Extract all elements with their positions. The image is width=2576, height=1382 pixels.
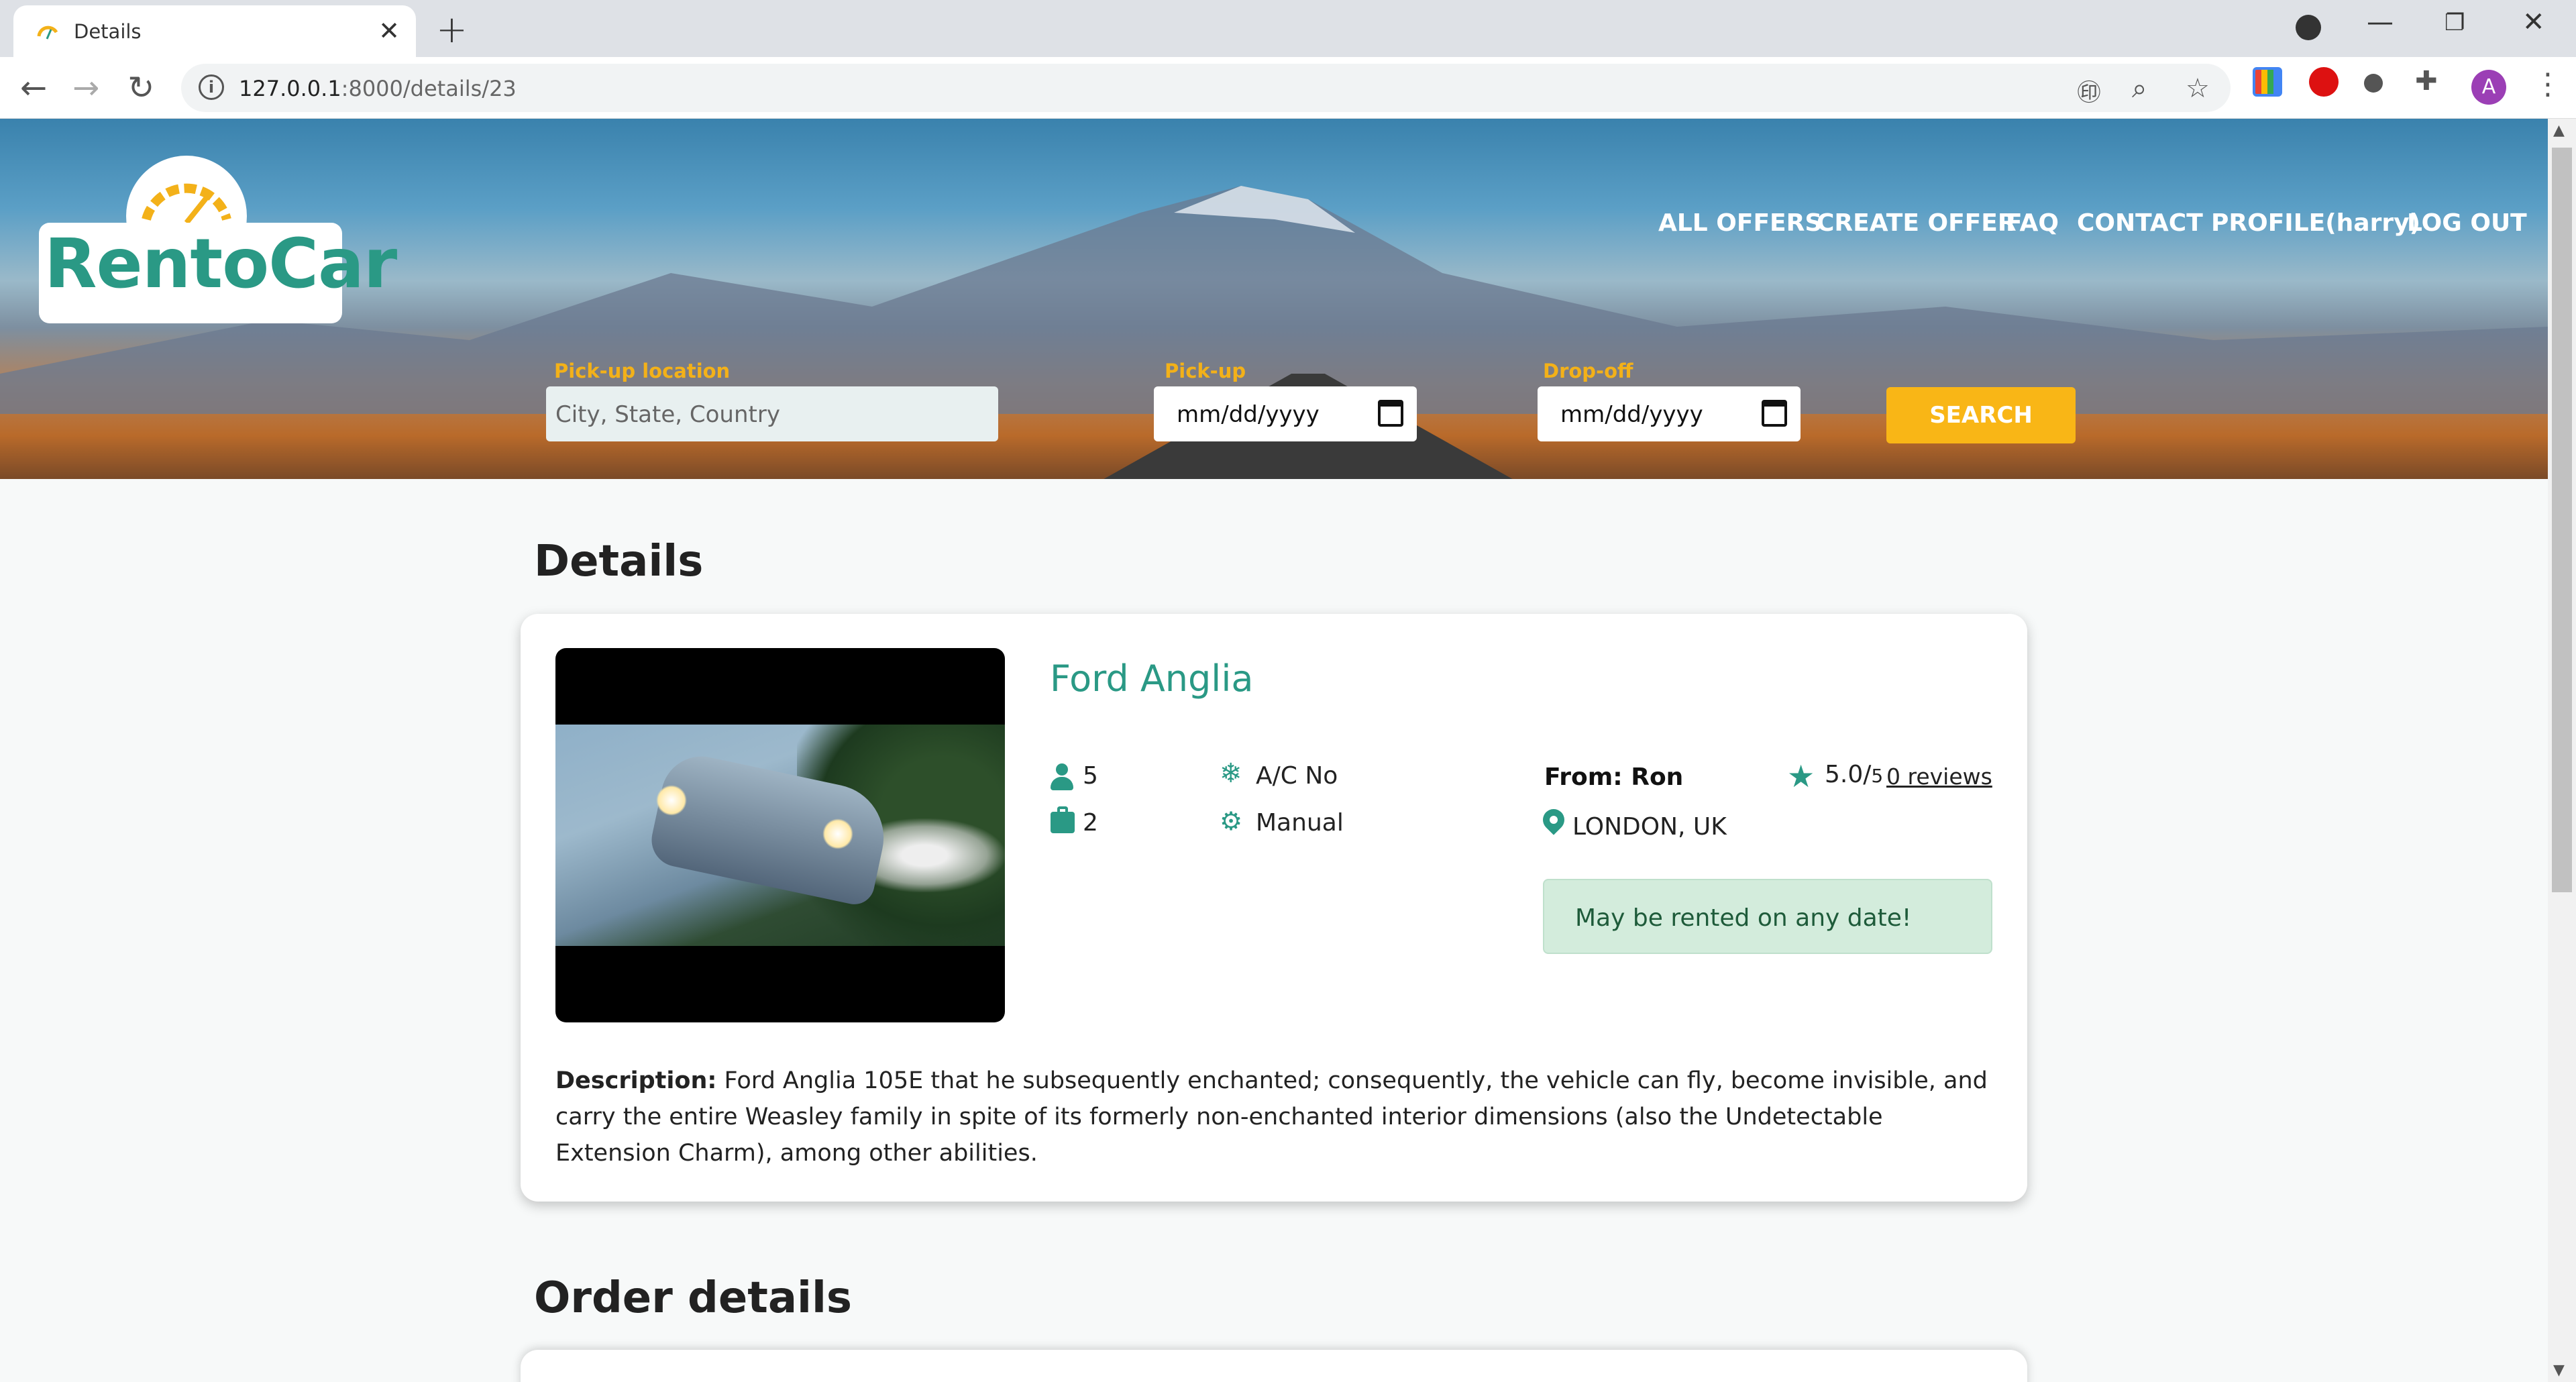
rating-max: 5 (1871, 765, 1884, 787)
ghost-extension-icon[interactable] (2364, 74, 2383, 93)
car-description: Description: Ford Anglia 105E that he su… (555, 1063, 2004, 1171)
luggage-icon (1051, 806, 1075, 833)
luggage-value: 2 (1083, 809, 1098, 837)
details-heading: Details (534, 537, 704, 586)
pickup-location-input[interactable]: City, State, Country (546, 386, 998, 441)
transmission-value: Manual (1256, 809, 1344, 837)
seats-icon (1051, 763, 1073, 790)
tab-title: Details (74, 20, 142, 43)
dropoff-date-label: Drop-off (1543, 360, 1633, 382)
scroll-up-arrow-icon[interactable]: ▲ (2553, 122, 2565, 139)
car-photo (555, 648, 1005, 1022)
address-bar[interactable]: i 127.0.0.1:8000/details/23 ㊞ ⌕ ☆ (181, 64, 2231, 112)
dropoff-date-value: mm/dd/yyyy (1560, 401, 1703, 428)
browser-menu-icon[interactable]: ⋮ (2533, 67, 2563, 101)
snowflake-ac-icon: ❄ (1220, 758, 1242, 789)
gearbox-icon: ⚙ (1220, 806, 1243, 836)
pickup-date-label: Pick-up (1165, 360, 1246, 382)
translate-icon[interactable]: ㊞ (2077, 73, 2101, 108)
rating-value: 5.0/5 (1825, 761, 1883, 788)
logo-text: RentoCar (44, 224, 397, 304)
nav-faq[interactable]: FAQ (2006, 209, 2059, 237)
calendar-icon[interactable] (1762, 400, 1787, 427)
photo-headlight (822, 818, 853, 849)
nav-contact[interactable]: CONTACT (2077, 209, 2203, 237)
reviews-link[interactable]: 0 reviews (1886, 763, 1992, 790)
description-label: Description: (555, 1067, 717, 1094)
nav-profile[interactable]: PROFILE(harry) (2211, 209, 2420, 237)
ac-value: A/C No (1256, 762, 1338, 790)
star-rating-icon: ★ (1787, 758, 1815, 794)
url-host: 127.0.0.1 (239, 76, 341, 101)
star-bookmark-icon[interactable]: ☆ (2186, 73, 2210, 104)
site-favicon-icon (37, 25, 58, 40)
calendar-icon[interactable] (1378, 400, 1403, 427)
new-tab-icon[interactable]: + (436, 8, 468, 52)
nav-create-offer[interactable]: CREATE OFFER (1817, 209, 2017, 237)
location-value: LONDON, UK (1572, 813, 1727, 841)
dropoff-date-input[interactable]: mm/dd/yyyy (1538, 386, 1801, 441)
car-name: Ford Anglia (1050, 657, 1254, 700)
browser-tabbar: Details ✕ + — ❐ ✕ (0, 0, 2576, 57)
browser-toolbar: ← → ↻ i 127.0.0.1:8000/details/23 ㊞ ⌕ ☆ (0, 57, 2576, 119)
minimize-icon[interactable]: — (2367, 7, 2394, 38)
availability-alert: May be rented on any date! (1543, 879, 1992, 954)
reload-icon[interactable]: ↻ (127, 69, 154, 107)
rating-score: 5.0/ (1825, 761, 1872, 788)
owner-name: From: Ron (1544, 763, 1684, 791)
browser-tab[interactable]: Details ✕ (13, 5, 416, 57)
zoom-icon[interactable]: ⌕ (2132, 73, 2147, 104)
nav-logout[interactable]: LOG OUT (2407, 209, 2527, 237)
tab-close-icon[interactable]: ✕ (378, 16, 400, 46)
forward-icon[interactable]: → (72, 69, 99, 107)
site-logo[interactable]: RentoCar (39, 156, 397, 323)
order-details-card (521, 1350, 2027, 1382)
speedometer-icon (142, 183, 231, 225)
order-details-heading: Order details (534, 1273, 852, 1323)
url-text: 127.0.0.1:8000/details/23 (239, 76, 517, 101)
pickup-date-input[interactable]: mm/dd/yyyy (1154, 386, 1417, 441)
site-info-icon[interactable]: i (199, 74, 224, 100)
back-icon[interactable]: ← (20, 69, 47, 107)
car-photo-scene (555, 725, 1005, 946)
seats-value: 5 (1083, 762, 1098, 790)
profile-menu-icon[interactable] (2296, 15, 2321, 40)
profile-avatar[interactable]: A (2471, 70, 2506, 105)
nav-all-offers[interactable]: ALL OFFERS (1658, 209, 1822, 237)
restore-icon[interactable]: ❐ (2445, 9, 2465, 36)
scroll-down-arrow-icon[interactable]: ▼ (2553, 1362, 2565, 1379)
puzzle-extension-icon[interactable]: ✚ (2415, 66, 2445, 97)
pickup-date-value: mm/dd/yyyy (1177, 401, 1320, 428)
close-window-icon[interactable]: ✕ (2522, 7, 2545, 38)
description-text: Ford Anglia 105E that he subsequently en… (555, 1067, 1988, 1167)
adblock-extension-icon[interactable] (2309, 67, 2339, 97)
extension-icon[interactable] (2253, 67, 2282, 97)
search-button[interactable]: SEARCH (1886, 387, 2076, 443)
url-path: :8000/details/23 (341, 76, 517, 101)
scrollbar-thumb[interactable] (2552, 148, 2572, 892)
pickup-location-label: Pick-up location (554, 360, 731, 382)
photo-headlight (656, 785, 687, 816)
